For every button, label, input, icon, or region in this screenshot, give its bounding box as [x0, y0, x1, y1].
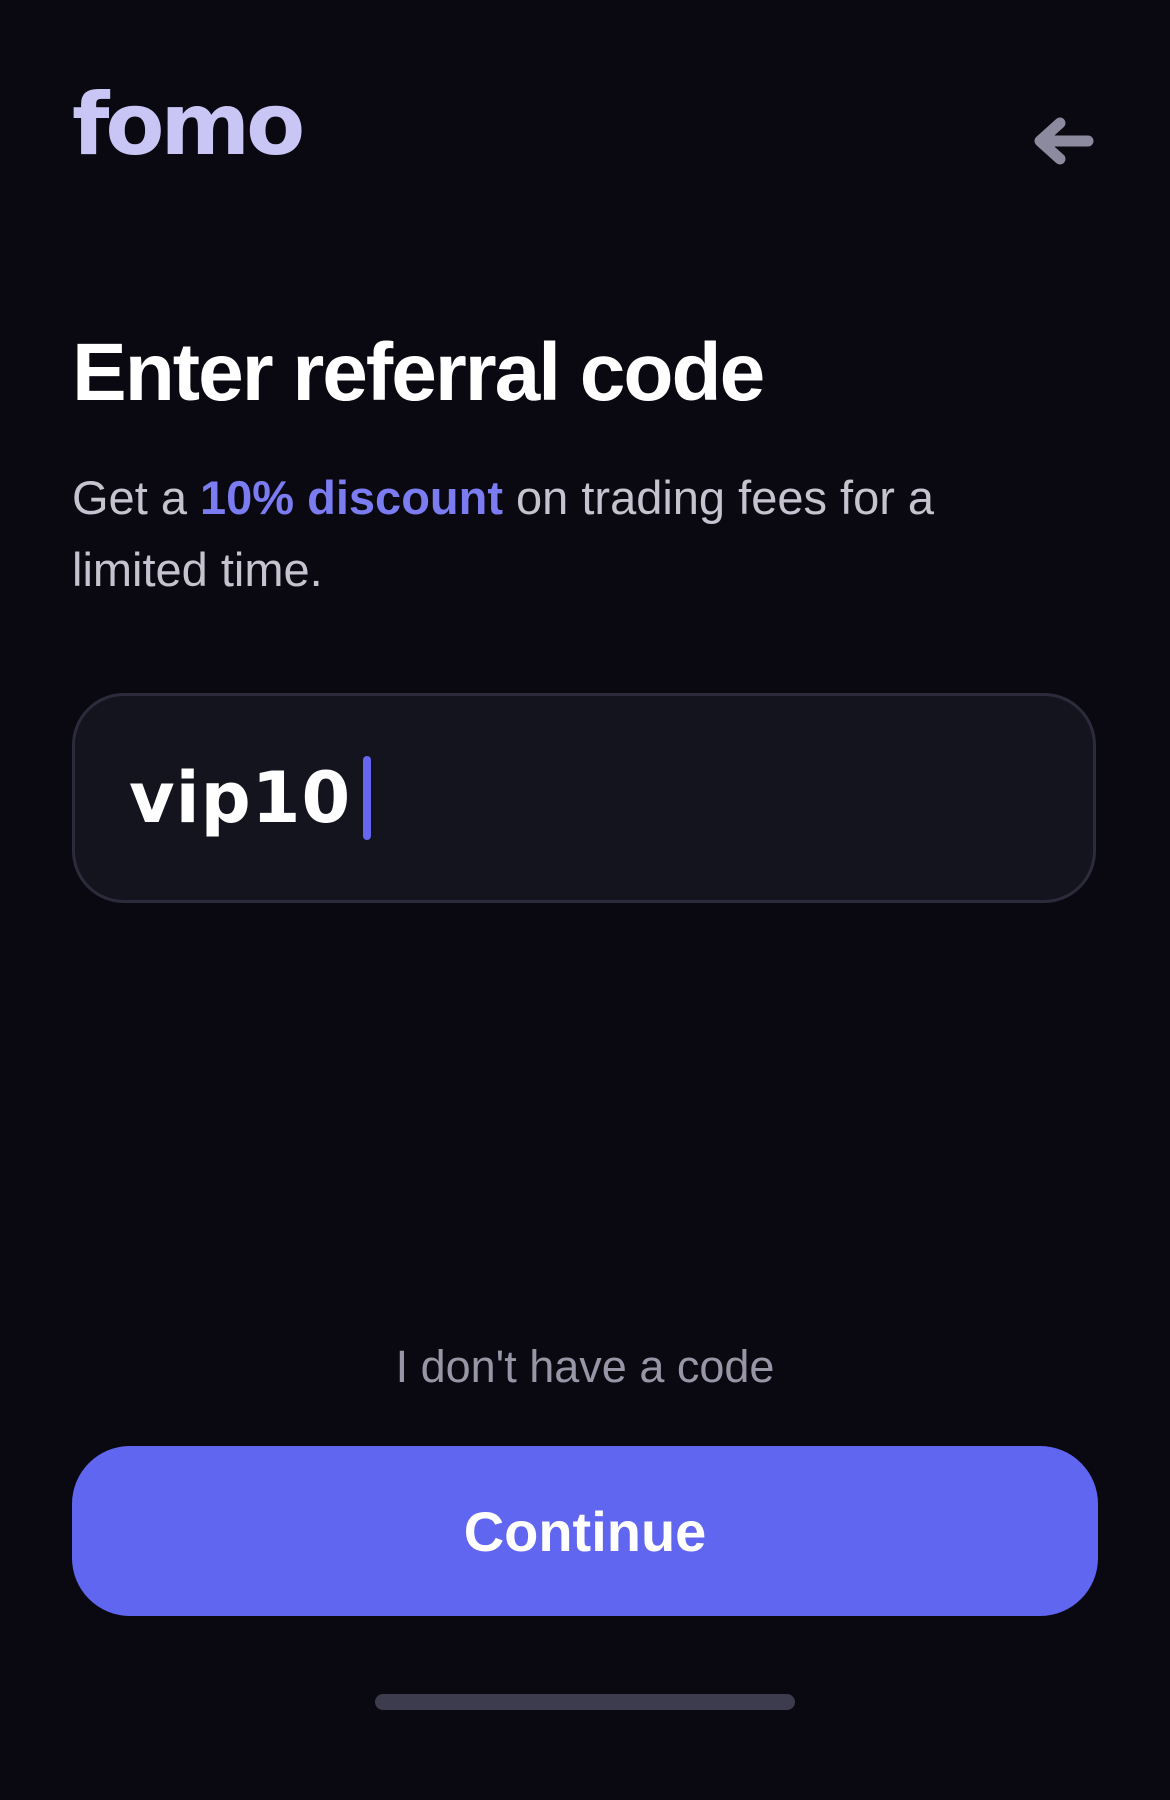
- fomo-logo: fomo: [72, 75, 305, 175]
- page-title: Enter referral code: [72, 327, 765, 418]
- arrow-left-icon: [1034, 117, 1094, 165]
- referral-code-input[interactable]: vip10: [72, 693, 1096, 903]
- subtitle-prefix: Get a: [72, 471, 201, 524]
- continue-button[interactable]: Continue: [72, 1446, 1098, 1616]
- discount-highlight: 10% discount: [200, 471, 503, 524]
- page-subtitle: Get a 10% discount on trading fees for a…: [72, 462, 1072, 606]
- no-code-link[interactable]: I don't have a code: [0, 1340, 1170, 1394]
- referral-code-value[interactable]: vip10: [129, 763, 351, 833]
- text-caret: [363, 756, 372, 840]
- home-indicator: [375, 1694, 795, 1710]
- back-button[interactable]: [1026, 108, 1098, 174]
